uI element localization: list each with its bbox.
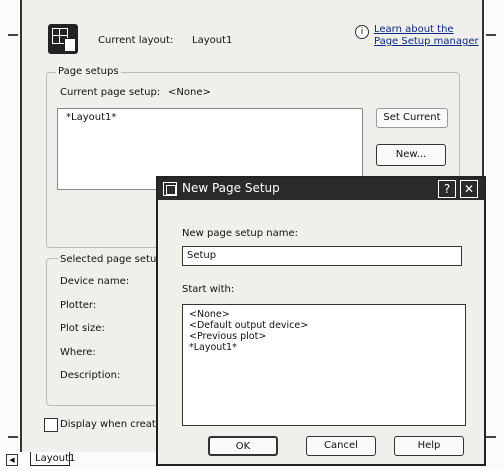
start-with-list[interactable]: <None> <Default output device> <Previous… xyxy=(182,304,466,426)
ruler-tick xyxy=(486,436,496,438)
current-layout-value: Layout1 xyxy=(192,35,233,46)
list-item[interactable]: *Layout1* xyxy=(189,342,465,353)
layout-icon xyxy=(48,24,78,54)
current-page-setup-label: Current page setup: xyxy=(60,87,161,98)
help-link[interactable]: Learn about the Page Setup manager xyxy=(374,24,479,48)
help-button[interactable]: Help xyxy=(394,436,464,456)
set-current-button[interactable]: Set Current xyxy=(376,108,448,128)
selected-page-setup-title: Selected page setup xyxy=(58,254,165,265)
title-bar: New Page Setup ? ✕ xyxy=(158,178,484,200)
list-item[interactable]: <Previous plot> xyxy=(189,331,465,342)
help-link-line[interactable]: Page Setup manager xyxy=(374,36,479,48)
app-icon xyxy=(163,182,177,196)
description-label: Description: xyxy=(60,370,121,381)
plot-size-label: Plot size: xyxy=(60,323,105,334)
new-page-setup-dialog: New Page Setup ? ✕ New page setup name: … xyxy=(156,176,486,466)
page-setup-name-input[interactable]: Setup xyxy=(182,246,462,266)
device-name-label: Device name: xyxy=(60,276,130,287)
ruler-tick xyxy=(8,436,18,438)
where-label: Where: xyxy=(60,347,96,358)
help-icon[interactable]: ? xyxy=(438,180,456,198)
close-icon[interactable]: ✕ xyxy=(460,180,478,198)
tab-layout1[interactable]: Layout1 xyxy=(30,452,75,466)
tab-nav-arrow-icon[interactable]: ◀ xyxy=(6,454,18,466)
help-link-line[interactable]: Learn about the xyxy=(374,24,479,36)
dialog-title: New Page Setup xyxy=(182,181,280,195)
display-when-creating-label: Display when creat xyxy=(60,419,156,430)
ruler-tick xyxy=(486,34,496,36)
new-button[interactable]: New... xyxy=(376,144,446,166)
display-when-creating-checkbox[interactable] xyxy=(44,418,58,432)
current-layout-label: Current layout: xyxy=(98,35,174,46)
current-page-setup-value: <None> xyxy=(168,87,211,98)
start-with-label: Start with: xyxy=(182,284,235,295)
cancel-button[interactable]: Cancel xyxy=(306,436,376,456)
list-item[interactable]: <None> xyxy=(189,309,465,320)
name-label: New page setup name: xyxy=(182,228,299,239)
ok-button[interactable]: OK xyxy=(208,436,278,456)
ruler-tick xyxy=(8,34,18,36)
page-setups-group-title: Page setups xyxy=(56,66,121,77)
info-icon: i xyxy=(355,25,369,39)
plotter-label: Plotter: xyxy=(60,300,97,311)
list-item[interactable]: <Default output device> xyxy=(189,320,465,331)
list-item[interactable]: *Layout1* xyxy=(58,109,362,123)
